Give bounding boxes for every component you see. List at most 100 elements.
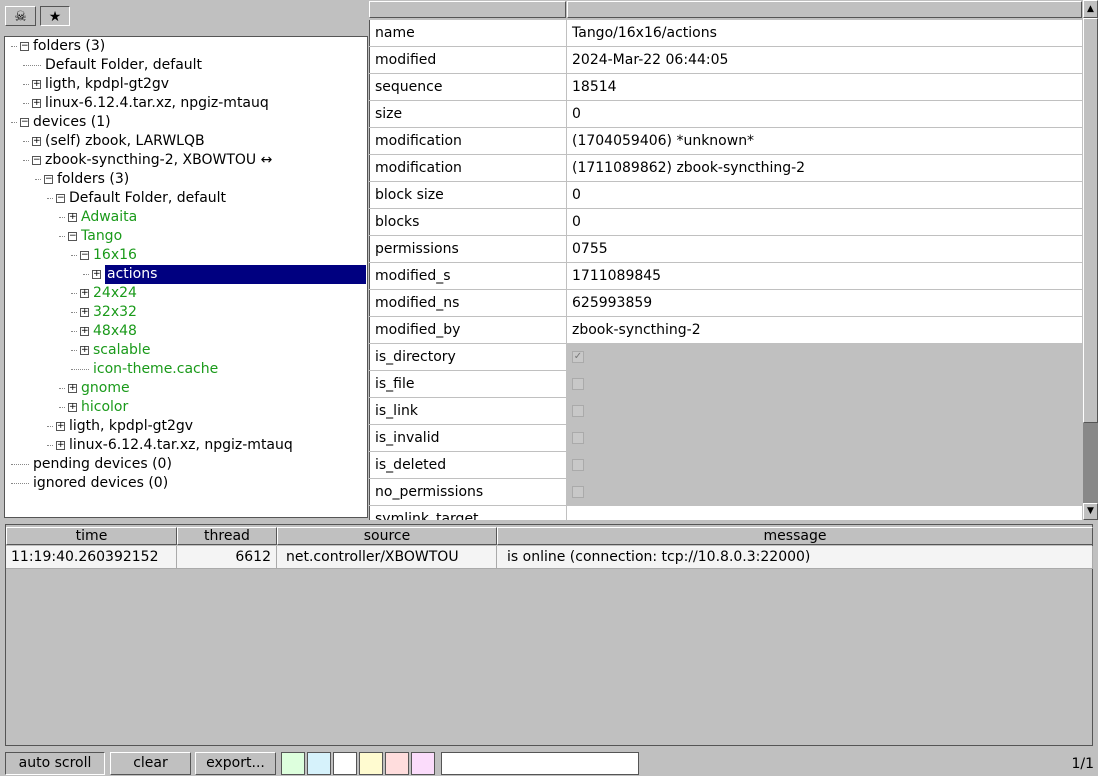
color-filter-swatch[interactable]	[411, 752, 435, 775]
scroll-down-arrow-icon[interactable]: ▼	[1083, 503, 1098, 520]
tree-node[interactable]: + scalable	[5, 341, 367, 360]
page-indicator: 1/1	[1071, 756, 1094, 772]
tree-node[interactable]: − zbook-syncthing-2, XBOWTOU ↔	[5, 151, 367, 170]
tree-node[interactable]: + Adwaita	[5, 208, 367, 227]
property-value: 2024-Mar-22 06:44:05	[567, 47, 1082, 73]
auto-scroll-toggle[interactable]: auto scroll	[5, 752, 105, 775]
checkbox[interactable]	[572, 405, 584, 417]
checkbox[interactable]	[572, 486, 584, 498]
tree-connector	[23, 103, 29, 104]
property-key: modified	[369, 47, 566, 73]
tree-node[interactable]: + actions	[5, 264, 367, 285]
expand-icon[interactable]: +	[32, 99, 41, 108]
color-filter-swatch[interactable]	[281, 752, 305, 775]
tree-node-label: Adwaita	[81, 209, 138, 225]
star-button[interactable]: ★	[40, 6, 70, 26]
property-value	[567, 479, 1082, 505]
tree-node[interactable]: + linux-6.12.4.tar.xz, npgiz-mtauq	[5, 436, 367, 455]
properties-scrollbar[interactable]: ▲ ▼	[1083, 0, 1098, 520]
tree-node[interactable]: + ligth, kpdpl-gt2gv	[5, 417, 367, 436]
tree-node[interactable]: pending devices (0)	[5, 455, 367, 474]
property-row: symlink_target	[369, 506, 1082, 520]
collapse-icon[interactable]: −	[68, 232, 77, 241]
expand-icon[interactable]: +	[68, 213, 77, 222]
tree-node[interactable]: −16x16	[5, 246, 367, 265]
export-button[interactable]: export...	[195, 752, 276, 775]
properties-header-key[interactable]	[369, 1, 566, 18]
property-row: is_invalid	[369, 425, 1082, 452]
expand-icon[interactable]: +	[32, 137, 41, 146]
checkbox[interactable]	[572, 459, 584, 471]
expand-icon[interactable]: +	[80, 289, 89, 298]
expand-icon[interactable]: +	[80, 327, 89, 336]
collapse-icon[interactable]: −	[44, 175, 53, 184]
tree-node[interactable]: − Default Folder, default	[5, 189, 367, 208]
clear-button[interactable]: clear	[110, 752, 191, 775]
tree-node[interactable]: + (self) zbook, LARWLQB	[5, 132, 367, 151]
expand-icon[interactable]: +	[92, 270, 101, 279]
property-value: ✓	[567, 344, 1082, 370]
property-value: zbook-syncthing-2	[567, 317, 1082, 343]
expand-icon[interactable]: +	[32, 80, 41, 89]
collapse-icon[interactable]: −	[20, 118, 29, 127]
property-key: no_permissions	[369, 479, 566, 505]
property-key: modified_by	[369, 317, 566, 343]
log-header-message[interactable]: message	[497, 527, 1093, 545]
property-key: symlink_target	[369, 506, 566, 520]
tree-node[interactable]: − devices (1)	[5, 113, 367, 132]
log-header-thread[interactable]: thread	[177, 527, 277, 545]
tree-node[interactable]: + gnome	[5, 379, 367, 398]
tree-node[interactable]: +48x48	[5, 322, 367, 341]
collapse-icon[interactable]: −	[80, 251, 89, 260]
expand-icon[interactable]: +	[68, 384, 77, 393]
tree-node[interactable]: + ligth, kpdpl-gt2gv	[5, 75, 367, 94]
collapse-icon[interactable]: −	[20, 42, 29, 51]
property-key: modification	[369, 155, 566, 181]
property-value: (1704059406) *unknown*	[567, 128, 1082, 154]
log-filter-input[interactable]	[441, 752, 639, 775]
property-row: sequence 18514	[369, 74, 1082, 101]
folder-device-tree[interactable]: − folders (3) Default Folder, default + ligt…	[4, 36, 368, 518]
tree-connector	[71, 369, 89, 370]
tree-node[interactable]: icon-theme.cache	[5, 360, 367, 379]
property-row: modification (1711089862) zbook-syncthing…	[369, 155, 1082, 182]
property-key: permissions	[369, 236, 566, 262]
expand-icon[interactable]: +	[80, 346, 89, 355]
tree-node[interactable]: Default Folder, default	[5, 56, 367, 75]
checkbox[interactable]	[572, 432, 584, 444]
expand-icon[interactable]: +	[80, 308, 89, 317]
color-filter-swatch[interactable]	[307, 752, 331, 775]
property-value	[567, 452, 1082, 478]
properties-header-value[interactable]	[567, 1, 1082, 18]
tree-connector	[35, 179, 41, 180]
log-header-time[interactable]: time	[6, 527, 177, 545]
property-row: is_file	[369, 371, 1082, 398]
scrollbar-track[interactable]	[1083, 423, 1098, 503]
tree-node[interactable]: − folders (3)	[5, 170, 367, 189]
tree-node[interactable]: +24x24	[5, 284, 367, 303]
tree-node[interactable]: − Tango	[5, 227, 367, 246]
scrollbar-thumb[interactable]	[1083, 18, 1098, 423]
skull-button[interactable]: ☠	[5, 6, 36, 26]
checkbox[interactable]: ✓	[572, 351, 584, 363]
collapse-icon[interactable]: −	[32, 156, 41, 165]
expand-icon[interactable]: +	[68, 403, 77, 412]
tree-node-label: ignored devices (0)	[33, 475, 169, 491]
property-key: sequence	[369, 74, 566, 100]
tree-node[interactable]: − folders (3)	[5, 37, 367, 56]
tree-node[interactable]: + linux-6.12.4.tar.xz, npgiz-mtauq	[5, 94, 367, 113]
color-filter-swatch[interactable]	[359, 752, 383, 775]
tree-node[interactable]: + hicolor	[5, 398, 367, 417]
log-header-source[interactable]: source	[277, 527, 497, 545]
skull-icon: ☠	[14, 9, 27, 25]
expand-icon[interactable]: +	[56, 422, 65, 431]
tree-node[interactable]: ignored devices (0)	[5, 474, 367, 493]
checkbox[interactable]	[572, 378, 584, 390]
scroll-up-arrow-icon[interactable]: ▲	[1083, 0, 1098, 18]
expand-icon[interactable]: +	[56, 441, 65, 450]
color-filter-swatch[interactable]	[385, 752, 409, 775]
color-filter-swatch[interactable]	[333, 752, 357, 775]
tree-node-label: (self) zbook, LARWLQB	[45, 133, 205, 149]
tree-node[interactable]: +32x32	[5, 303, 367, 322]
collapse-icon[interactable]: −	[56, 194, 65, 203]
